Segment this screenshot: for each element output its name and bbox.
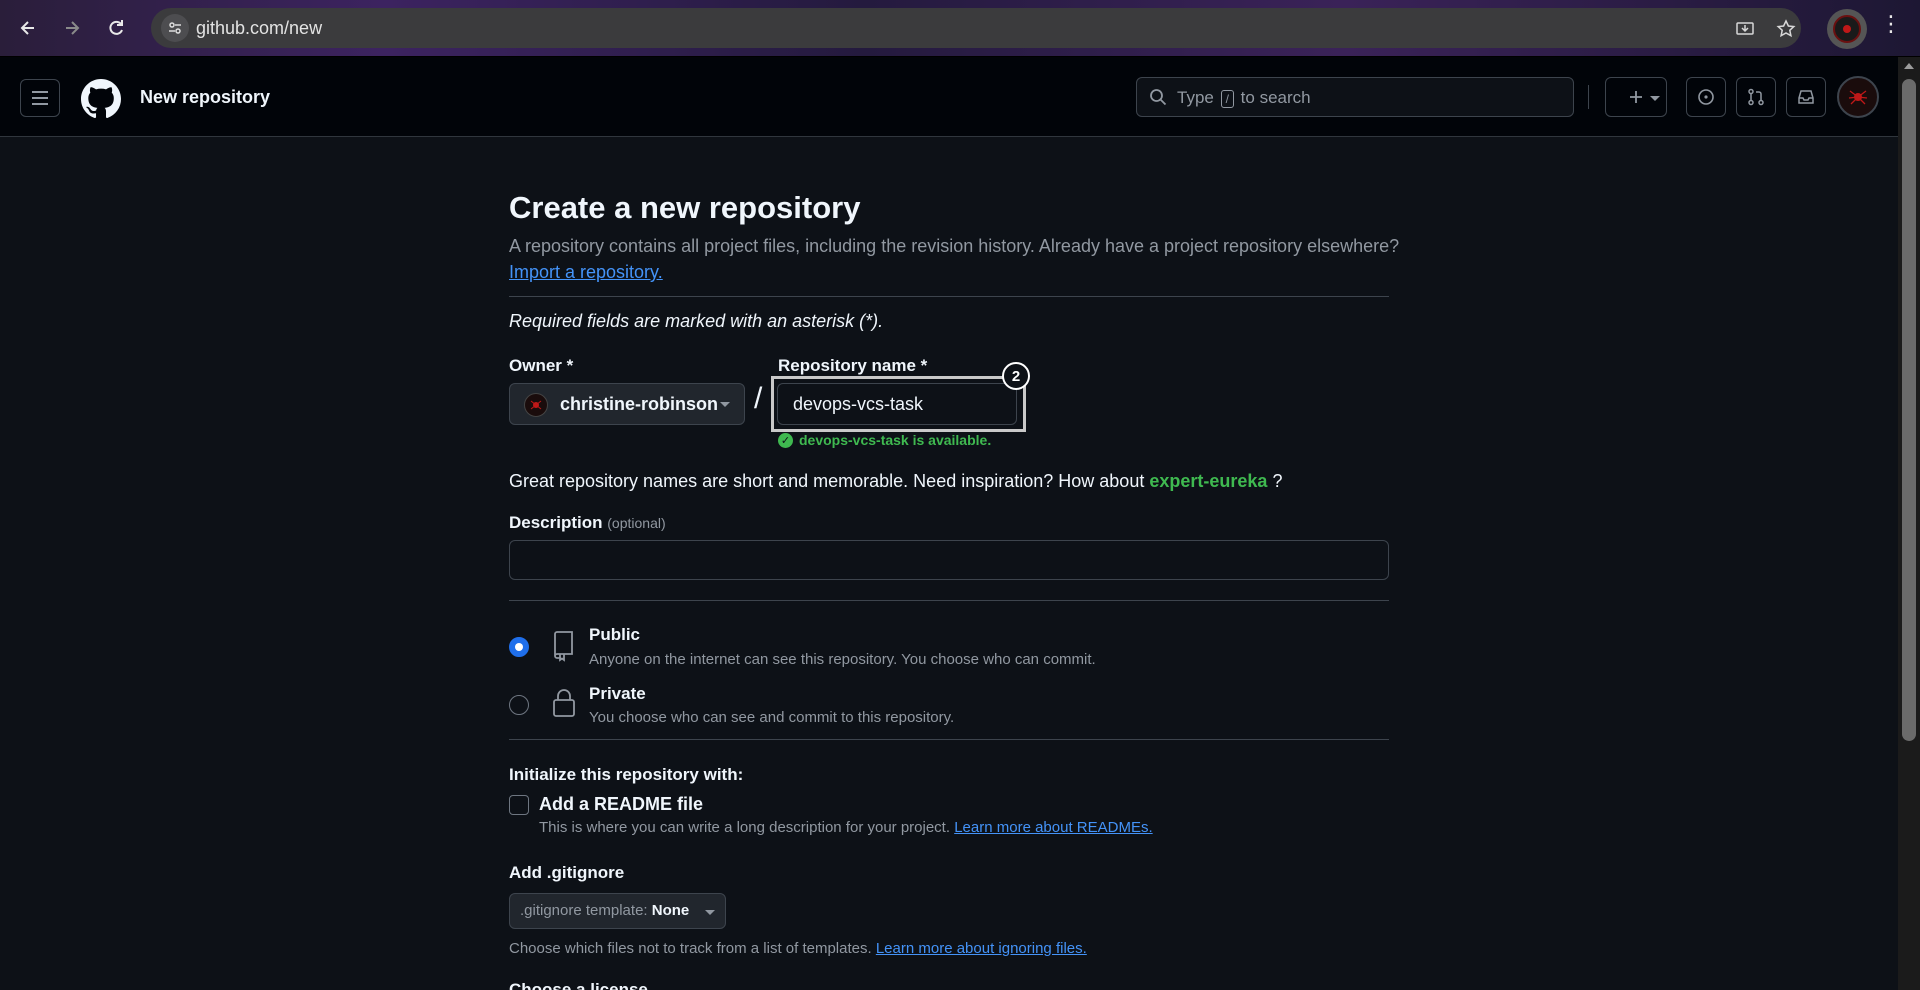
intro-text: A repository contains all project files,…: [509, 236, 1400, 256]
owner-label: Owner *: [509, 356, 574, 375]
page-scrollbar[interactable]: [1898, 57, 1920, 990]
header-divider: [1588, 85, 1589, 109]
repository-name-input[interactable]: [777, 383, 1017, 425]
suggested-name-button[interactable]: expert-eureka: [1149, 471, 1267, 491]
inbox-button[interactable]: [1786, 77, 1826, 117]
owner-avatar: [524, 393, 548, 417]
repo-icon: [552, 630, 576, 667]
search-placeholder: Type / to search: [1177, 88, 1311, 108]
import-repository-link[interactable]: Import a repository.: [509, 262, 663, 283]
private-radio[interactable]: [509, 695, 529, 715]
annotation-step-badge: 2: [1002, 362, 1030, 390]
github-logo-icon[interactable]: [81, 79, 121, 119]
owner-name-separator: /: [754, 382, 763, 415]
gitignore-selected-value: None: [651, 902, 690, 919]
browser-toolbar: github.com/new ⋮: [0, 0, 1920, 57]
url-text[interactable]: github.com/new: [196, 18, 322, 39]
issue-opened-icon: [1698, 89, 1714, 105]
plus-icon: [1630, 91, 1642, 103]
address-bar[interactable]: github.com/new: [151, 8, 1801, 48]
required-fields-note: Required fields are marked with an aster…: [509, 311, 884, 331]
install-app-icon[interactable]: [1734, 18, 1756, 40]
owner-dropdown[interactable]: christine-robinson: [509, 383, 745, 425]
chevron-down-icon: [705, 910, 715, 915]
lock-icon: [552, 688, 576, 723]
spider-avatar-icon: [1848, 90, 1868, 105]
back-icon[interactable]: [12, 12, 44, 44]
page-context-title[interactable]: New repository: [140, 87, 270, 108]
initialize-label: Initialize this repository with:: [509, 765, 744, 784]
issues-button[interactable]: [1686, 77, 1726, 117]
gitignore-help-text: Choose which files not to track from a l…: [509, 940, 1087, 957]
hamburger-icon: [32, 91, 48, 105]
divider: [509, 296, 1389, 297]
add-readme-checkbox[interactable]: [509, 795, 529, 815]
divider: [509, 739, 1389, 740]
private-description: You choose who can see and commit to thi…: [589, 709, 955, 726]
page-title: Create a new repository: [509, 190, 861, 225]
chevron-down-icon: [720, 402, 730, 407]
add-readme-label[interactable]: Add a README file: [539, 794, 703, 815]
user-avatar[interactable]: [1837, 76, 1879, 118]
pull-requests-button[interactable]: [1736, 77, 1776, 117]
bookmark-star-icon[interactable]: [1775, 18, 1797, 40]
learn-more-readmes-link[interactable]: Learn more about READMEs.: [954, 819, 1152, 836]
inbox-icon: [1798, 90, 1814, 104]
gitignore-template-dropdown[interactable]: .gitignore template: None: [509, 893, 726, 929]
search-shortcut-key: /: [1220, 89, 1234, 108]
pull-request-icon: [1748, 88, 1764, 106]
divider: [509, 600, 1389, 601]
forward-icon[interactable]: [56, 12, 88, 44]
repository-name-label: Repository name *: [778, 356, 928, 375]
public-title: Public: [589, 625, 641, 644]
site-info-icon[interactable]: [161, 14, 189, 42]
check-circle-icon: ✓: [778, 432, 793, 448]
chevron-down-icon: [1650, 96, 1660, 101]
scrollbar-thumb[interactable]: [1902, 79, 1916, 741]
optional-hint: (optional): [607, 515, 666, 531]
description-input[interactable]: [509, 540, 1389, 580]
readme-help-text: This is where you can write a long descr…: [539, 819, 1153, 836]
scroll-up-arrow-icon[interactable]: [1904, 63, 1914, 69]
owner-name: christine-robinson: [560, 394, 719, 414]
public-radio[interactable]: [509, 637, 529, 657]
search-icon: [1149, 88, 1167, 111]
browser-profile-avatar[interactable]: [1827, 9, 1867, 49]
name-suggestion-text: Great repository names are short and mem…: [509, 471, 1283, 491]
github-header: New repository Type / to search: [0, 57, 1898, 137]
create-new-button[interactable]: [1605, 77, 1667, 117]
description-label: Description (optional): [509, 513, 666, 532]
license-label: Choose a license: [509, 980, 648, 990]
availability-message: ✓ devops-vcs-task is available.: [778, 432, 991, 448]
hamburger-menu-button[interactable]: [20, 79, 60, 117]
private-title: Private: [589, 684, 646, 703]
learn-more-ignoring-files-link[interactable]: Learn more about ignoring files.: [876, 940, 1087, 957]
reload-icon[interactable]: [100, 12, 132, 44]
public-description: Anyone on the internet can see this repo…: [589, 651, 1096, 668]
gitignore-label: Add .gitignore: [509, 863, 625, 882]
search-input[interactable]: Type / to search: [1136, 77, 1574, 117]
browser-menu-icon[interactable]: ⋮: [1880, 13, 1902, 35]
